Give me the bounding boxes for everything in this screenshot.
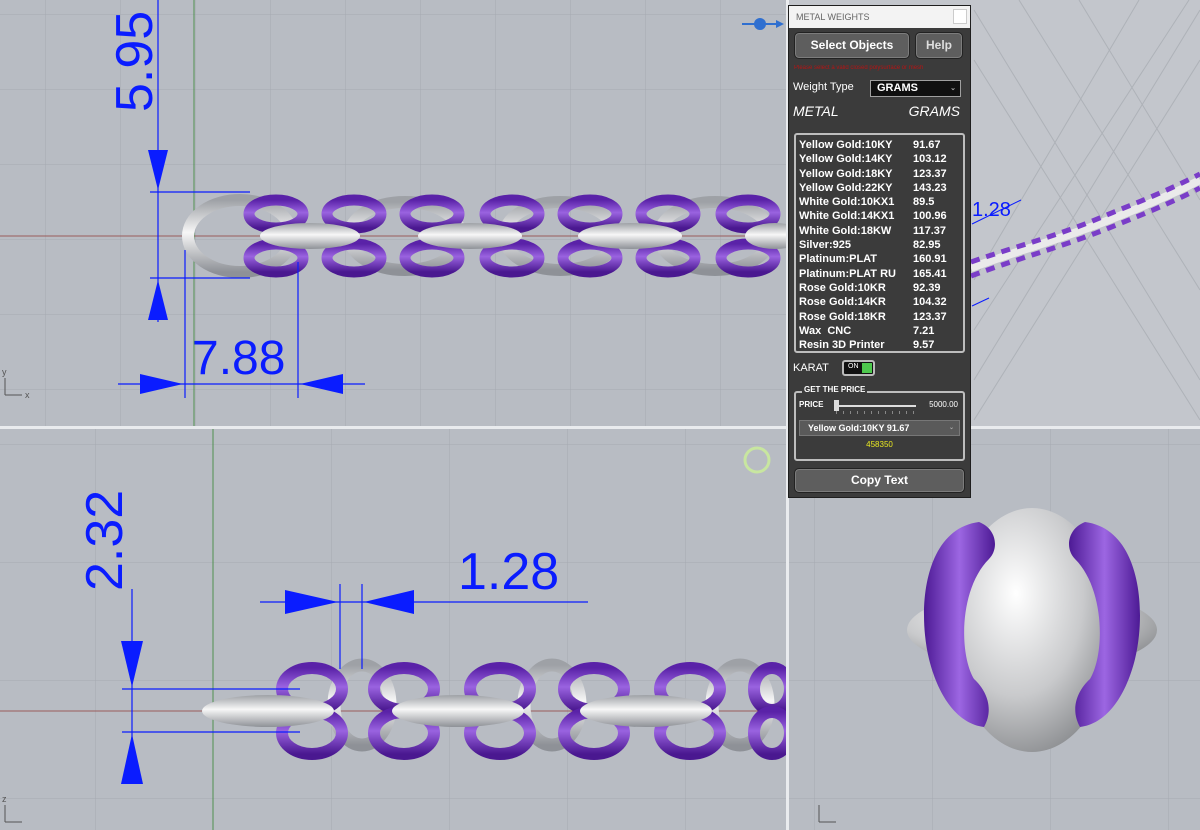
list-item: White Gold:14KX1 100.96 — [799, 210, 963, 224]
get-price-group: GET THE PRICE PRICE 5000.00 Yellow Gold:… — [794, 385, 965, 461]
metal-name: White Gold:14KX1 — [799, 210, 895, 223]
metal-name: Rose Gold:18KR — [799, 310, 886, 323]
get-price-title: GET THE PRICE — [802, 385, 868, 394]
weights-list[interactable]: Yellow Gold:10KY 91.67 Yellow Gold:14KY 10… — [794, 133, 965, 353]
metal-weight: 7.21 — [913, 324, 935, 337]
dim-height-top: 5.95 — [106, 11, 164, 112]
metal-name: Rose Gold:14KR — [799, 296, 886, 309]
list-item: White Gold:10KX1 89.5 — [799, 196, 963, 210]
viewport-front[interactable]: 2.32 1.28 z — [0, 429, 786, 830]
metal-weight: 123.37 — [913, 310, 947, 323]
chain-perspective-view — [969, 171, 1200, 279]
metal-name: Yellow Gold:14KY — [799, 153, 893, 166]
metal-weight: 103.12 — [913, 153, 947, 166]
list-item: Yellow Gold:22KY 143.23 — [799, 182, 963, 196]
metal-weight: 104.32 — [913, 296, 947, 309]
list-item: Platinum:PLAT 160.91 — [799, 253, 963, 267]
list-item: White Gold:18KW 117.37 — [799, 225, 963, 239]
metal-weight: 100.96 — [913, 210, 947, 223]
price-metal-value: Yellow Gold:10KY 91.67 — [808, 423, 910, 433]
metal-name: Rose Gold:10KR — [799, 281, 886, 294]
price-label: PRICE — [799, 400, 824, 409]
list-item: Yellow Gold:14KY 103.12 — [799, 153, 963, 167]
metal-name: Platinum:PLAT RU — [799, 267, 896, 280]
karat-toggle-state: ON — [848, 363, 859, 370]
list-item: Rose Gold:18KR 123.37 — [799, 311, 963, 325]
list-item: Wax CNC 7.21 — [799, 325, 963, 339]
metal-name: Silver:925 — [799, 239, 851, 252]
copy-text-button[interactable]: Copy Text — [794, 468, 965, 493]
toggle-knob — [862, 363, 872, 373]
price-value: 5000.00 — [929, 400, 958, 409]
warning-text: Please select a valid closed polysurface… — [794, 65, 924, 71]
price-slider-thumb[interactable] — [834, 400, 839, 411]
axis-label-z: z — [2, 794, 7, 804]
dim-height-front: 2.32 — [76, 490, 134, 591]
metal-name: Platinum:PLAT — [799, 253, 878, 266]
price-slider-ticks — [836, 411, 916, 414]
metal-weight: 117.37 — [913, 224, 947, 237]
metal-name: Resin 3D Printer — [799, 339, 885, 352]
metal-weight: 160.91 — [913, 253, 947, 266]
metal-weights-panel: METAL WEIGHTS Select Objects Help Please… — [788, 5, 971, 498]
dim-width-top: 7.88 — [192, 332, 285, 385]
weight-type-select[interactable]: GRAMS ⌄ — [870, 80, 961, 97]
metal-weight: 82.95 — [913, 239, 941, 252]
weight-type-value: GRAMS — [877, 82, 918, 94]
panel-title-bar[interactable]: METAL WEIGHTS — [789, 6, 970, 28]
list-item: Platinum:PLAT RU 165.41 — [799, 268, 963, 282]
metal-weight: 123.37 — [913, 167, 947, 180]
karat-label: KARAT — [793, 362, 829, 374]
list-item: Resin 3D Printer 9.57 — [799, 339, 963, 353]
metal-weight: 165.41 — [913, 267, 947, 280]
viewport-divider-horizontal[interactable] — [0, 426, 1200, 429]
metal-weight: 9.57 — [913, 339, 935, 352]
list-item: Rose Gold:10KR 92.39 — [799, 282, 963, 296]
list-item: Silver:925 82.95 — [799, 239, 963, 253]
list-item: Yellow Gold:18KY 123.37 — [799, 168, 963, 182]
list-item: Yellow Gold:10KY 91.67 — [799, 139, 963, 153]
select-objects-button[interactable]: Select Objects — [794, 32, 910, 59]
list-item: Rose Gold:14KR 104.32 — [799, 296, 963, 310]
metal-name: White Gold:18KW — [799, 224, 892, 237]
karat-toggle[interactable]: ON — [842, 360, 875, 376]
price-metal-select[interactable]: Yellow Gold:10KY 91.67 ⌄ — [799, 420, 960, 436]
metal-weight: 91.67 — [913, 139, 941, 151]
weight-type-label: Weight Type — [793, 81, 854, 93]
metal-name: Wax CNC — [799, 324, 852, 337]
metal-weight: 89.5 — [913, 196, 935, 209]
axis-label-y: y — [2, 367, 7, 377]
axis-label-x: x — [25, 390, 30, 400]
chevron-down-icon: ⌄ — [950, 85, 956, 92]
chevron-down-icon: ⌄ — [948, 425, 954, 431]
column-header-units: GRAMS — [908, 103, 960, 119]
price-result: 458350 — [866, 440, 893, 449]
dim-width-front: 1.28 — [458, 543, 559, 601]
dim-partial-perspective: 1.28 — [972, 199, 1011, 221]
column-header-metal: METAL — [793, 103, 839, 119]
price-slider[interactable] — [834, 400, 916, 411]
close-button[interactable] — [953, 9, 967, 24]
help-button[interactable]: Help — [915, 32, 963, 59]
metal-weight: 143.23 — [913, 181, 947, 194]
viewport-top[interactable]: 5.95 7.88 x y — [0, 0, 786, 426]
metal-name: White Gold:10KX1 — [799, 196, 895, 209]
metal-name: Yellow Gold:10KY — [799, 139, 893, 151]
metal-name: Yellow Gold:22KY — [799, 181, 893, 194]
metal-name: Yellow Gold:18KY — [799, 167, 893, 180]
metal-weight: 92.39 — [913, 281, 941, 294]
panel-title: METAL WEIGHTS — [796, 12, 870, 22]
